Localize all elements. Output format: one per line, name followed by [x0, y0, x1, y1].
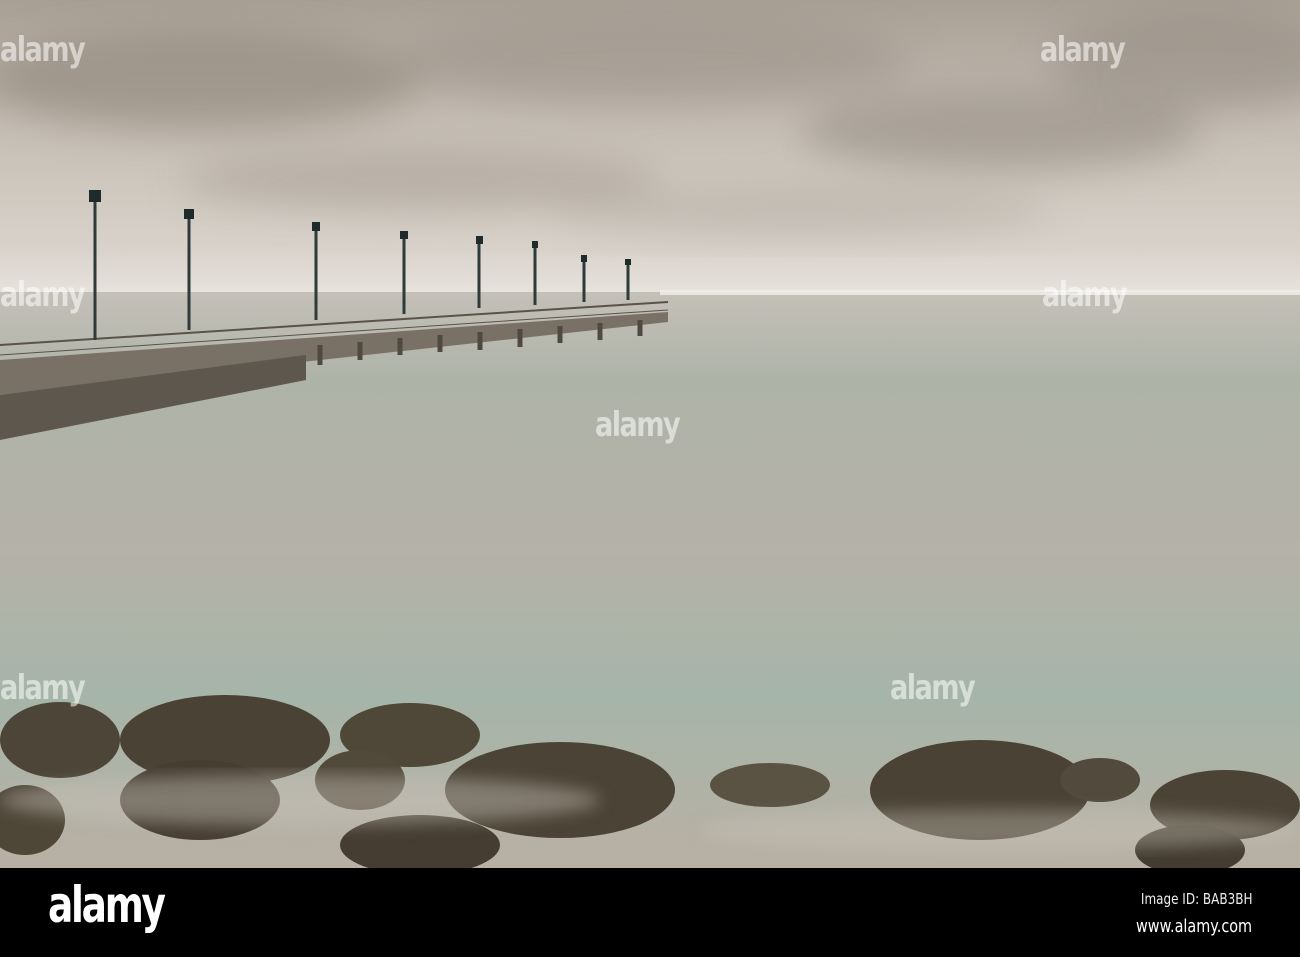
- website-link[interactable]: www.alamy.com: [1136, 916, 1252, 937]
- watermark: alamy: [0, 275, 86, 315]
- watermark: alamy: [0, 30, 86, 70]
- footer-bar: alamy Image ID: BAB3BH www.alamy.com: [0, 868, 1300, 957]
- watermark: alamy: [595, 405, 681, 445]
- image-id: Image ID: BAB3BH: [1140, 890, 1252, 908]
- watermark: alamy: [1042, 275, 1128, 315]
- watermark: alamy: [890, 668, 976, 708]
- alamy-logo: alamy: [48, 876, 166, 934]
- photo: alamy alamy alamy alamy alamy alamy alam…: [0, 0, 1300, 868]
- horizon-glow: [660, 290, 1300, 295]
- watermark: alamy: [1040, 30, 1126, 70]
- watermark: alamy: [0, 668, 86, 708]
